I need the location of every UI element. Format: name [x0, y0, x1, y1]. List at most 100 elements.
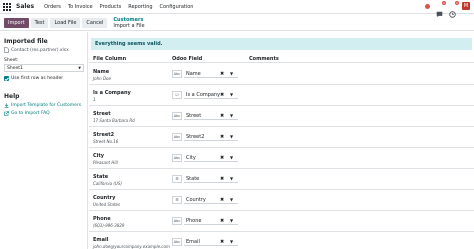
- test-button[interactable]: Test: [30, 17, 49, 28]
- chevron-down-icon: ▼: [78, 66, 81, 70]
- relation-type-icon: ☰: [172, 196, 182, 204]
- checkbox-type-icon: ☑: [172, 91, 182, 99]
- clear-icon[interactable]: ✖: [220, 154, 224, 162]
- chat-badge: 1: [442, 0, 446, 5]
- column-sample: 17 Santa Barbara Rd: [93, 118, 135, 123]
- load-file-button[interactable]: Load File: [50, 17, 81, 28]
- clear-icon[interactable]: ✖: [220, 175, 224, 183]
- column-name: Country: [93, 195, 116, 201]
- column-sample: Street No.16: [93, 139, 119, 144]
- mapping-row: Is a Company 1 ☑ Is a Company ✖ ▼: [89, 85, 474, 106]
- imported-file-name: Contact (res.partner).xlsx: [4, 47, 83, 53]
- column-name: State: [93, 174, 109, 180]
- chevron-down-icon[interactable]: ▼: [230, 133, 233, 141]
- text-type-icon: Abc: [172, 238, 182, 246]
- sheet-select-value: Sheet1: [7, 65, 23, 71]
- column-sample: 1: [93, 97, 96, 102]
- status-dot-icon[interactable]: [425, 3, 430, 9]
- user-avatar[interactable]: M: [462, 2, 470, 10]
- column-name: Phone: [93, 216, 111, 222]
- column-name: Is a Company: [93, 90, 131, 96]
- column-sample: Pleasant Hill: [93, 160, 118, 165]
- clear-icon[interactable]: ✖: [220, 238, 224, 246]
- clear-icon[interactable]: ✖: [220, 217, 224, 225]
- import-faq-link[interactable]: Go to Import FAQ: [4, 111, 83, 116]
- cancel-button[interactable]: Cancel: [82, 17, 108, 28]
- chevron-down-icon[interactable]: ▼: [230, 175, 233, 183]
- column-name: Street2: [93, 132, 115, 138]
- app-name[interactable]: Sales: [16, 3, 34, 10]
- text-type-icon: Abc: [172, 154, 182, 162]
- mapping-row: City Pleasant Hill Abc City ✖ ▼: [89, 148, 474, 169]
- apps-menu-icon[interactable]: [0, 0, 14, 14]
- mapping-row: State California (US) ☰ State ✖ ▼: [89, 169, 474, 190]
- file-icon: [4, 47, 9, 53]
- column-name: Email: [93, 237, 109, 243]
- chevron-down-icon[interactable]: ▼: [230, 217, 233, 225]
- sheet-select[interactable]: Sheet1 ▼: [4, 64, 84, 72]
- clear-icon[interactable]: ✖: [220, 196, 224, 204]
- mapping-row: Country United States ☰ Country ✖ ▼: [89, 190, 474, 211]
- chevron-down-icon[interactable]: ▼: [230, 91, 233, 99]
- menu-to-invoice[interactable]: To Invoice: [68, 4, 93, 10]
- first-row-header-label: Use first row as header: [11, 76, 64, 81]
- column-name: Street: [93, 111, 111, 117]
- mapping-row: Name John Doe Abc Name ✖ ▼: [89, 64, 474, 85]
- menu-reporting[interactable]: Reporting: [128, 4, 152, 10]
- column-sample: California (US): [93, 181, 122, 186]
- sheet-label: Sheet:: [4, 58, 19, 63]
- file-name-text: Contact (res.partner).xlsx: [11, 47, 69, 53]
- control-panel: Import Test Load File Cancel Customers I…: [0, 15, 474, 31]
- clear-icon[interactable]: ✖: [220, 133, 224, 141]
- relation-type-icon: ☰: [172, 175, 182, 183]
- import-template-link[interactable]: Import Template for Customers: [4, 103, 83, 108]
- clear-icon[interactable]: ✖: [220, 112, 224, 120]
- header-odoo-field: Odoo Field: [172, 56, 203, 62]
- header-file-column: File Column: [93, 56, 127, 62]
- breadcrumb-current: Import a File: [113, 22, 145, 29]
- column-sample: (603)-996-3829: [93, 223, 125, 228]
- top-navbar: Sales Orders To Invoice Products Reporti…: [0, 0, 474, 18]
- mapping-row: Email john.doe@yourcompany.example.com Ab…: [89, 232, 474, 249]
- column-sample: john.doe@yourcompany.example.com: [93, 244, 170, 249]
- chevron-down-icon[interactable]: ▼: [230, 154, 233, 162]
- first-row-header-option[interactable]: Use first row as header: [4, 76, 83, 81]
- clear-icon[interactable]: ✖: [220, 70, 224, 78]
- mapping-row: Phone (603)-996-3829 Abc Phone ✖ ▼: [89, 211, 474, 232]
- menu-products[interactable]: Products: [100, 4, 122, 10]
- text-type-icon: Abc: [172, 112, 182, 120]
- clear-icon[interactable]: ✖: [220, 91, 224, 99]
- import-mapping-panel: Everything seems valid. File Column Odoo…: [89, 32, 474, 249]
- validation-alert: Everything seems valid.: [91, 38, 472, 50]
- activity-badge: 2: [455, 0, 459, 5]
- external-link-icon: [4, 111, 9, 116]
- text-type-icon: Abc: [172, 70, 182, 78]
- help-heading: Help: [4, 93, 20, 100]
- column-sample: John Doe: [93, 76, 111, 81]
- first-row-header-checkbox[interactable]: [4, 76, 9, 81]
- chevron-down-icon[interactable]: ▼: [230, 70, 233, 78]
- download-icon: [4, 103, 9, 108]
- column-name: Name: [93, 69, 110, 75]
- mapping-row: Street2 Street No.16 Abc Street2 ✖ ▼: [89, 127, 474, 148]
- import-sidebar: Imported file Contact (res.partner).xlsx…: [0, 32, 88, 249]
- imported-file-heading: Imported file: [4, 38, 48, 45]
- chat-icon[interactable]: 1: [436, 0, 446, 17]
- import-faq-link-text: Go to Import FAQ: [11, 111, 50, 116]
- column-sample: United States: [93, 202, 121, 207]
- chevron-down-icon[interactable]: ▼: [230, 238, 233, 246]
- menu-orders[interactable]: Orders: [44, 4, 61, 10]
- column-name: City: [93, 153, 105, 159]
- import-template-link-text: Import Template for Customers: [11, 103, 82, 108]
- text-type-icon: Abc: [172, 133, 182, 141]
- activity-clock-icon[interactable]: 2: [449, 0, 459, 18]
- menu-configuration[interactable]: Configuration: [160, 4, 194, 10]
- import-button[interactable]: Import: [4, 17, 29, 28]
- mapping-table-header: File Column Odoo Field Comments: [89, 54, 474, 63]
- mapping-row: Street 17 Santa Barbara Rd Abc Street ✖ ▼: [89, 106, 474, 127]
- breadcrumb: Customers Import a File: [113, 17, 144, 29]
- header-comments: Comments: [249, 56, 279, 62]
- chevron-down-icon[interactable]: ▼: [230, 112, 233, 120]
- text-type-icon: Abc: [172, 217, 182, 225]
- chevron-down-icon[interactable]: ▼: [230, 196, 233, 204]
